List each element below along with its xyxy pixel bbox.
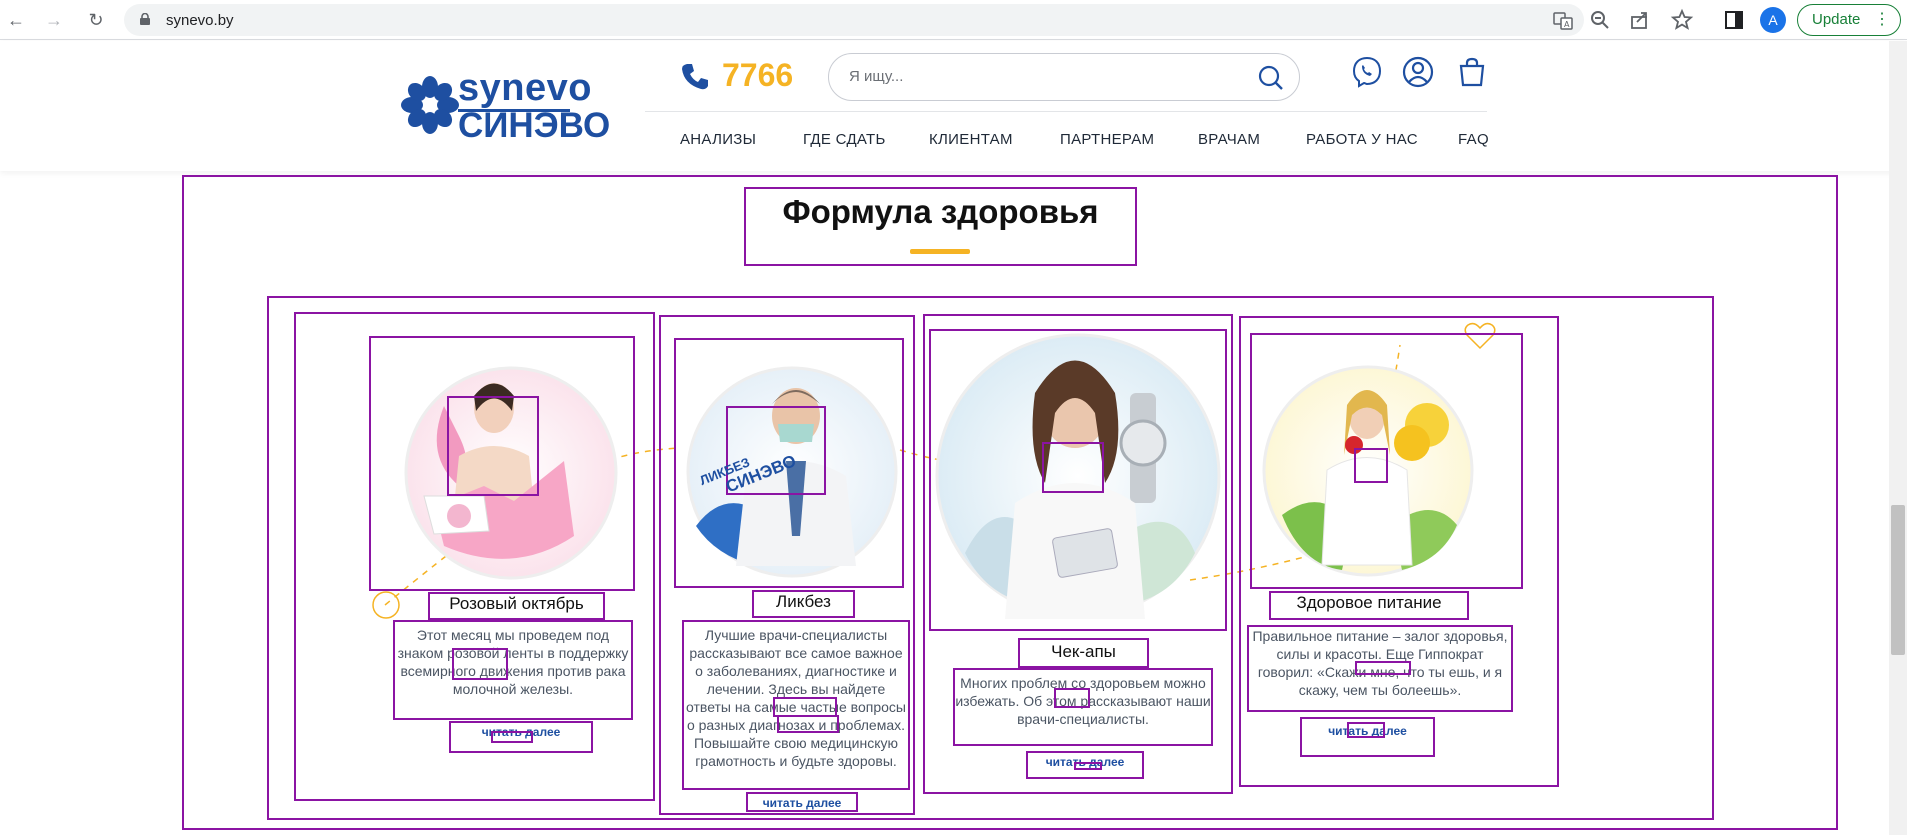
logo-text-cyrillic[interactable]: СИНЭВО <box>458 106 610 146</box>
card-2-read-more-link[interactable]: читать далее <box>746 792 858 812</box>
side-panel-icon[interactable] <box>1722 8 1746 32</box>
menu-item-analyses[interactable]: АНАЛИЗЫ <box>680 131 756 148</box>
menu-item-doctors[interactable]: ВРАЧАМ <box>1198 131 1260 148</box>
url-text[interactable]: synevo.by <box>166 12 234 29</box>
scrollbar-thumb[interactable] <box>1891 505 1905 655</box>
text-detection-box <box>777 715 839 733</box>
reload-icon[interactable]: ↻ <box>84 8 108 32</box>
lock-icon <box>140 13 150 25</box>
svg-text:A: A <box>1564 20 1570 29</box>
phone-icon[interactable] <box>680 61 710 91</box>
card-1-text: Этот месяц мы проведем под знаком розово… <box>393 620 633 720</box>
page-scrollbar[interactable] <box>1889 41 1907 835</box>
menu-dots-icon[interactable]: ⋮ <box>1874 5 1890 35</box>
translate-icon[interactable]: A <box>1552 10 1574 32</box>
user-account-icon[interactable] <box>1401 55 1435 89</box>
card-1-title[interactable]: Розовый октябрь <box>428 592 605 620</box>
card-2-title[interactable]: Ликбез <box>752 590 855 618</box>
search-placeholder: Я ищу... <box>849 68 904 85</box>
browser-toolbar: ← → ↻ synevo.by A A Update ⋮ <box>0 0 1907 40</box>
title-accent-bar <box>910 249 970 254</box>
phone-number[interactable]: 7766 <box>722 57 793 94</box>
text-detection-box <box>773 697 837 717</box>
menu-item-clients[interactable]: КЛИЕНТАМ <box>929 131 1013 148</box>
back-icon[interactable]: ← <box>4 8 28 32</box>
text-detection-box <box>1355 661 1411 675</box>
card-4-title[interactable]: Здоровое питание <box>1269 591 1469 620</box>
forward-icon[interactable]: → <box>42 8 66 32</box>
text-detection-box <box>1054 688 1090 708</box>
section-heading: Формула здоровья <box>744 187 1137 266</box>
face-detection-box <box>447 396 539 496</box>
update-button[interactable]: Update ⋮ <box>1797 4 1901 36</box>
zoom-icon[interactable] <box>1588 8 1612 32</box>
text-detection-box <box>491 731 533 743</box>
face-detection-box <box>1354 448 1388 483</box>
text-detection-box <box>1347 722 1385 738</box>
search-icon[interactable] <box>1257 64 1285 92</box>
face-detection-box <box>1042 442 1104 493</box>
section-title: Формула здоровья <box>782 193 1099 230</box>
viber-icon[interactable] <box>1350 55 1384 89</box>
menu-divider <box>645 111 1487 112</box>
site-header: synevo СИНЭВО 7766 Я ищу... АНАЛИЗЫ ГДЕ … <box>0 41 1907 171</box>
menu-item-careers[interactable]: РАБОТА У НАС <box>1306 131 1418 148</box>
text-detection-box <box>452 648 508 680</box>
cart-bag-icon[interactable] <box>1455 55 1489 89</box>
profile-avatar[interactable]: A <box>1760 7 1786 33</box>
menu-item-where[interactable]: ГДЕ СДАТЬ <box>803 131 886 148</box>
search-input[interactable]: Я ищу... <box>828 53 1300 101</box>
menu-item-faq[interactable]: FAQ <box>1458 131 1489 148</box>
logo-text-latin[interactable]: synevo <box>458 67 592 110</box>
synevo-flower-logo-icon[interactable] <box>400 75 460 135</box>
menu-item-partners[interactable]: ПАРТНЕРАМ <box>1060 131 1154 148</box>
card-3-title[interactable]: Чек-апы <box>1018 638 1149 668</box>
bookmark-star-icon[interactable] <box>1670 8 1694 32</box>
share-icon[interactable] <box>1628 8 1652 32</box>
text-detection-box <box>1074 762 1102 770</box>
address-bar[interactable]: synevo.by A <box>124 4 1584 36</box>
